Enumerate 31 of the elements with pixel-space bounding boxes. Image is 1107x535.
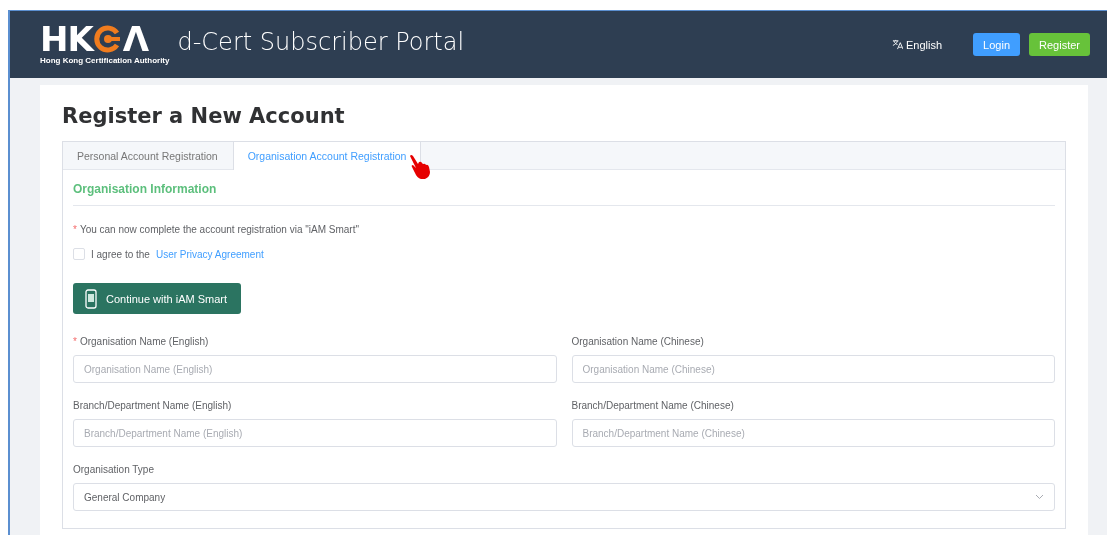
input-field[interactable]: Organisation Name (Chinese) bbox=[571, 355, 1055, 383]
field-label: Organisation Type bbox=[73, 464, 154, 476]
privacy-link[interactable]: User Privacy Agreement bbox=[155, 248, 264, 260]
register-button[interactable]: Register bbox=[1029, 33, 1090, 56]
phone-icon bbox=[85, 288, 97, 309]
translate-icon[interactable] bbox=[892, 39, 904, 50]
checkbox[interactable] bbox=[73, 248, 85, 260]
language-link[interactable]: English bbox=[906, 38, 943, 51]
portal-title: d-Cert Subscriber Portal bbox=[177, 27, 465, 56]
input-field[interactable]: Branch/Department Name (Chinese) bbox=[571, 419, 1055, 447]
ring-logo-icon bbox=[93, 25, 122, 53]
notice-text: You can now complete the account registration via "iAM Smart" bbox=[79, 224, 359, 235]
select-field[interactable]: General Company bbox=[73, 483, 1055, 511]
field-label: Branch/Department Name (English) bbox=[73, 400, 232, 412]
required-mark: * bbox=[73, 336, 77, 348]
field-label: Organisation Name (Chinese) bbox=[571, 336, 704, 348]
input-field[interactable]: Branch/Department Name (English) bbox=[73, 419, 557, 447]
login-button[interactable]: Login bbox=[973, 33, 1021, 56]
input-field[interactable]: Organisation Name (English) bbox=[73, 355, 557, 383]
tab[interactable]: Organisation Account Registration bbox=[232, 142, 422, 170]
logo-text: HK bbox=[40, 24, 93, 54]
field-label: Organisation Name (English) bbox=[79, 336, 209, 348]
agreement-text: I agree to the bbox=[91, 248, 150, 260]
chevron-down-icon bbox=[1035, 494, 1044, 500]
iam-smart-button[interactable]: Continue with iAM Smart bbox=[73, 283, 242, 314]
logo-text: Λ bbox=[122, 24, 149, 54]
logo-subtitle: Hong Kong Certification Authority bbox=[40, 56, 170, 65]
tab[interactable]: Personal Account Registration bbox=[63, 142, 233, 169]
page-title: Register a New Account bbox=[62, 104, 346, 128]
field-label: Branch/Department Name (Chinese) bbox=[571, 400, 734, 412]
required-mark: * bbox=[73, 224, 77, 236]
